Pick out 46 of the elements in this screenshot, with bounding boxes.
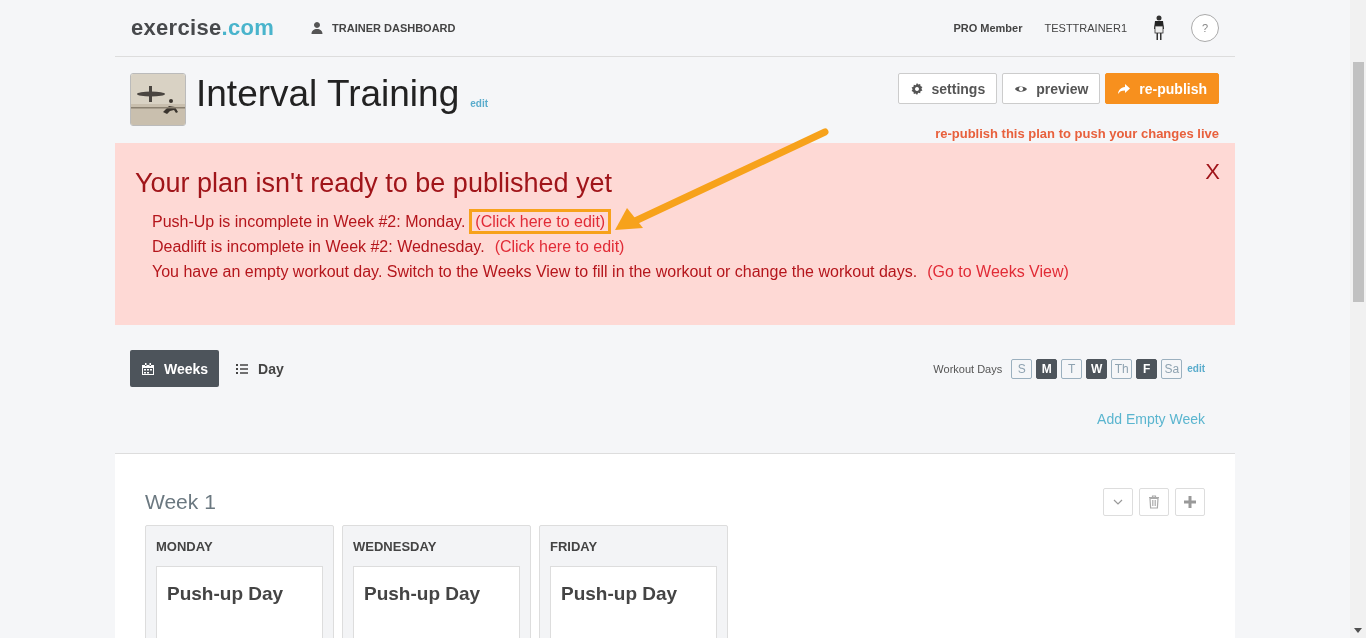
help-button[interactable]: ? (1191, 14, 1219, 42)
edit-link[interactable]: (Click here to edit) (488, 234, 631, 259)
workout-days-label: Workout Days (933, 362, 1003, 375)
day-toggle[interactable]: W (1086, 358, 1108, 379)
settings-icon (909, 81, 924, 96)
add-button[interactable] (1175, 488, 1205, 516)
publish-notice: re-publish this plan to push your changes live (935, 126, 1219, 141)
workout-card[interactable]: Push-up Day (156, 566, 323, 638)
scrollbar-thumb[interactable] (1352, 62, 1364, 302)
day-toggle[interactable]: F (1136, 358, 1158, 379)
edit-link[interactable]: (Go to Weeks View) (921, 259, 1075, 284)
workout-title: Push-up Day (167, 583, 284, 604)
edit-link[interactable]: (Click here to edit) (469, 209, 612, 234)
nav-link[interactable]: TRAINER DASHBOARD (310, 21, 456, 35)
day-name: FRIDAY (550, 539, 599, 554)
calendar-icon (141, 361, 155, 376)
workout-title: Push-up Day (561, 583, 678, 604)
alert-message: You have an empty workout day. Switch to the Weeks View to fill in the workout or change the workout days. (Go to Weeks View) (152, 259, 1215, 284)
figure-icon[interactable] (1153, 15, 1165, 41)
week-title: Week 1 (145, 490, 216, 514)
share-arrow-icon (1117, 81, 1132, 96)
workout-card[interactable]: Push-up Day (550, 566, 717, 638)
day-name: WEDNESDAY (353, 539, 438, 554)
day-name: MONDAY (156, 539, 214, 554)
close-button[interactable]: X (1205, 159, 1220, 185)
alert-message: Push-Up is incomplete in Week #2: Monday. (Click here to edit) (152, 209, 1215, 234)
user-icon (310, 21, 325, 35)
workout-title: Push-up Day (364, 583, 481, 604)
plan-title: Interval Training (196, 72, 460, 116)
scroll-down-icon[interactable] (1354, 628, 1362, 633)
day-toggle[interactable]: M (1036, 358, 1058, 379)
view-tab[interactable]: Day (224, 350, 295, 387)
list-icon (235, 361, 250, 376)
delete-button[interactable] (1139, 488, 1169, 516)
alert-message: Deadlift is incomplete in Week #2: Wednesday. (Click here to edit) (152, 234, 1215, 259)
chevron-down-icon (1113, 499, 1123, 505)
preview-button[interactable]: preview (1002, 73, 1101, 104)
view-tab[interactable]: Weeks (130, 350, 220, 387)
settings-button[interactable]: settings (897, 73, 998, 104)
membership-label: PRO Member (953, 22, 1023, 34)
alert-title: Your plan isn't ready to be published yet (135, 168, 612, 199)
workout-card[interactable]: Push-up Day (353, 566, 520, 638)
logo[interactable]: exercise.com (131, 15, 275, 41)
trash-icon (1148, 495, 1160, 509)
username-link[interactable]: TESTTRAINER1 (1044, 22, 1127, 34)
plus-icon (1184, 496, 1196, 508)
